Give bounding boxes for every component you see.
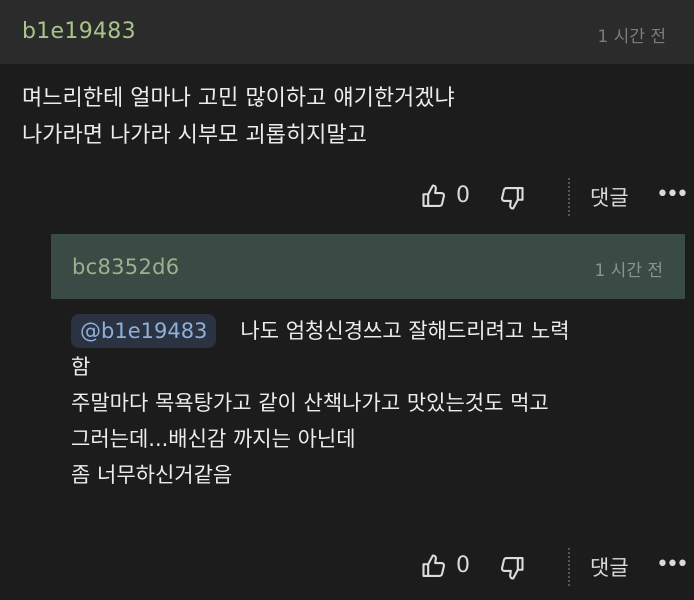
reply-username[interactable]: bc8352d6 [72,255,179,279]
like-count: 0 [456,553,470,578]
comment-line: 나가라면 나가라 시부모 괴롭히지말고 [22,123,367,148]
thumbs-down-icon[interactable] [498,184,526,212]
mention-tag[interactable]: @b1e19483 [71,314,217,348]
reply-button[interactable]: 댓글 [590,182,629,212]
reply-body: @b1e19483 나도 엄청신경쓰고 잘해드리려고 노력 함 주말마다 목욕탕가… [71,313,570,493]
thumbs-up-icon[interactable] [420,182,448,210]
comment-actions: 0 댓글 ••• [0,178,694,218]
divider [568,178,570,216]
more-dots-icon[interactable]: ••• [656,552,689,577]
reply-line: @b1e19483 나도 엄청신경쓰고 잘해드리려고 노력 [71,313,570,349]
comment-line: 며느리한테 얼마나 고민 많이하고 얘기한거겠냐 [22,86,455,111]
reply-line: 주말마다 목욕탕가고 같이 산책나가고 맛있는것도 먹고 [71,391,549,415]
comment-body: 며느리한테 얼마나 고민 많이하고 얘기한거겠냐 나가라면 나가라 시부모 괴롭… [22,80,455,154]
reply-line: 좀 너무하신거같음 [71,463,233,487]
reply-header: bc8352d6 1 시간 전 [51,234,685,299]
comment-header: b1e19483 1 시간 전 [0,0,694,64]
divider [568,548,570,586]
reply-button[interactable]: 댓글 [590,552,629,582]
comment-username[interactable]: b1e19483 [22,19,136,44]
reply-line: 함 [71,355,91,379]
reply-first-line-text: 나도 엄청신경쓰고 잘해드리려고 노력 [240,319,570,343]
thumbs-down-icon[interactable] [498,554,526,582]
more-dots-icon[interactable]: ••• [656,182,689,207]
like-count: 0 [456,183,470,208]
reply-actions: 0 댓글 ••• [0,548,694,588]
reply-timestamp: 1 시간 전 [594,261,663,281]
thumbs-up-icon[interactable] [420,552,448,580]
reply-line: 그러는데...배신감 까지는 아닌데 [71,427,356,451]
comment-timestamp: 1 시간 전 [597,27,666,47]
